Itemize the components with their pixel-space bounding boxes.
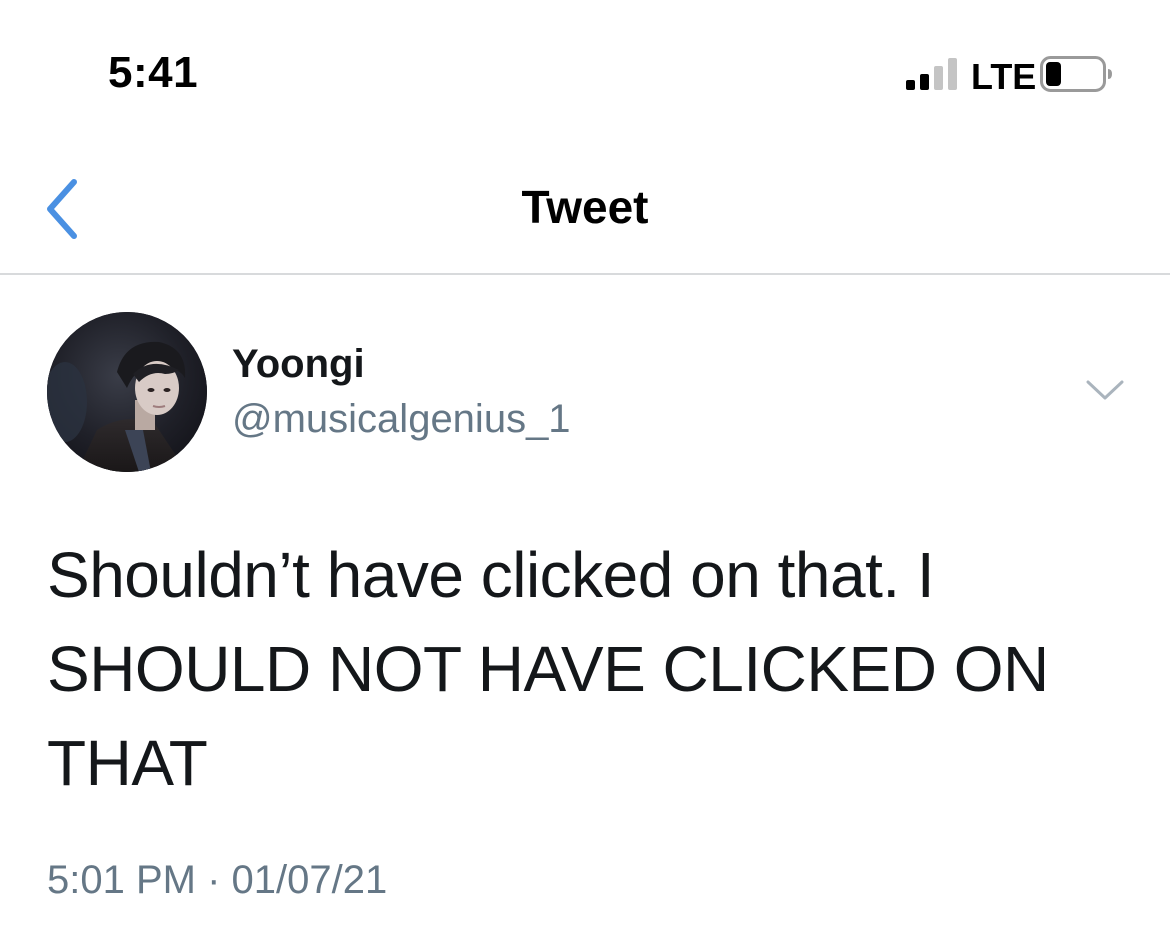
timestamp-separator: · <box>207 858 221 902</box>
nav-header: Tweet <box>0 140 1170 275</box>
tweet-text-line: THAT <box>47 727 208 799</box>
cellular-signal-icon <box>906 58 957 90</box>
battery-icon <box>1040 56 1112 92</box>
tweet-menu-button[interactable] <box>1082 372 1128 408</box>
display-name[interactable]: Yoongi <box>232 342 365 387</box>
status-time: 5:41 <box>108 48 199 97</box>
tweet-detail: Yoongi @musicalgenius_1 Shouldn’t have c… <box>0 276 1170 945</box>
status-bar: 5:41 LTE <box>0 0 1170 140</box>
tweet-text: Shouldn’t have clicked on that. I SHOULD… <box>47 528 1087 810</box>
chevron-down-icon <box>1086 380 1124 400</box>
avatar[interactable] <box>47 312 207 472</box>
tweet-time: 5:01 PM <box>47 858 196 902</box>
tweet-timestamp: 5:01 PM · 01/07/21 <box>47 858 387 903</box>
tweet-text-line: SHOULD NOT HAVE CLICKED ON <box>47 633 1049 705</box>
tweet-text-line: Shouldn’t have clicked on that. I <box>47 539 935 611</box>
username[interactable]: @musicalgenius_1 <box>232 397 571 442</box>
page-title: Tweet <box>521 181 649 233</box>
tweet-date: 01/07/21 <box>231 858 388 902</box>
profile-photo <box>47 312 207 472</box>
network-type-label: LTE <box>971 56 1037 97</box>
